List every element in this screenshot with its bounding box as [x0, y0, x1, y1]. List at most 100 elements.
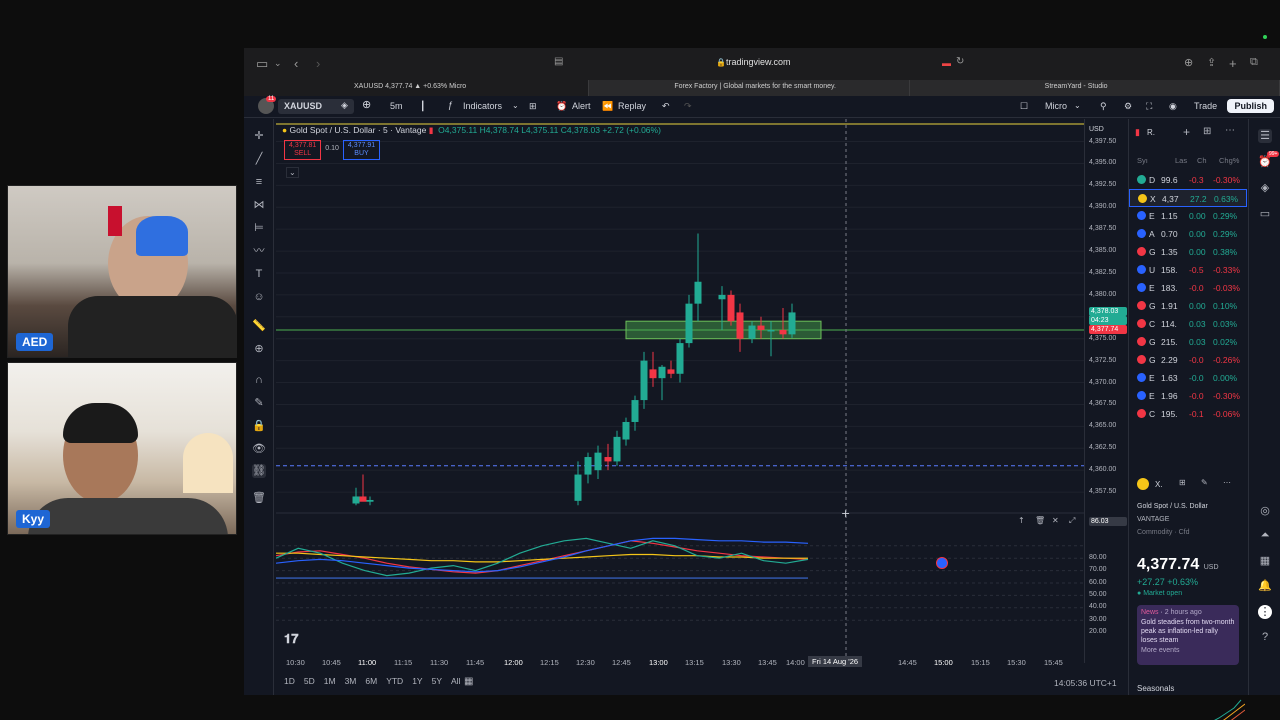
reader-icon[interactable]: ▤ [554, 56, 563, 67]
chevron-down-icon[interactable]: ⌄ [1074, 101, 1081, 110]
clock[interactable]: 14:05:36 UTC+1 [1054, 678, 1117, 688]
col-symbol[interactable]: Syı [1137, 156, 1148, 165]
chevron-down-icon[interactable]: ⌄ [274, 58, 282, 69]
watchlist-row[interactable]: X 4,37 27.2 0.63% [1129, 189, 1247, 207]
tabs-overview-icon[interactable]: ⧉ [1250, 56, 1258, 69]
projection-icon[interactable]: ⊨ [252, 221, 266, 235]
ruler-icon[interactable]: 📏 [252, 319, 266, 333]
redo-icon[interactable]: ↷ [684, 101, 692, 112]
col-chgp[interactable]: Chg% [1219, 156, 1239, 165]
layers-icon[interactable]: ◈ [1258, 181, 1272, 195]
trend-line-icon[interactable]: ╱ [252, 152, 266, 166]
chevron-down-icon[interactable]: ⌄ [512, 101, 519, 110]
tab-tradingview[interactable]: XAUUSD 4,377.74 ▲ +0.63% Micro [244, 80, 590, 96]
more-icon[interactable]: ⋯ [1223, 478, 1231, 487]
event-flag-icon[interactable] [936, 557, 948, 569]
chart-type-icon[interactable]: ┃ [420, 101, 425, 112]
watchlist-row[interactable]: U 158. -0.5 -0.33% [1129, 261, 1247, 279]
lock-icon[interactable]: 🔒 [252, 419, 266, 433]
crosshair-icon[interactable]: ✛ [252, 129, 266, 143]
help-icon[interactable]: ? [1258, 631, 1272, 645]
bell-icon[interactable]: 🔔 [1258, 579, 1272, 593]
advanced-view-icon[interactable]: ⊞ [1203, 126, 1211, 137]
link-icon[interactable]: ⛓ [252, 464, 266, 478]
currency-label[interactable]: USD [1089, 126, 1104, 133]
pulse-icon[interactable]: ⏶ [1258, 529, 1272, 543]
news-more-link[interactable]: More events [1141, 647, 1235, 654]
tab-forexfactory[interactable]: Forex Factory | Global markets for the s… [589, 80, 910, 96]
range-ytd[interactable]: YTD [386, 676, 403, 686]
trade-button[interactable]: Trade [1194, 101, 1217, 111]
interval-button[interactable]: 5m [390, 101, 403, 111]
layout-name[interactable]: Micro [1045, 101, 1067, 111]
watchlist-row[interactable]: G 2.29 -0.0 -0.26% [1129, 351, 1247, 369]
detail-symbol[interactable]: X. [1155, 480, 1163, 489]
undo-icon[interactable]: ↶ [662, 101, 670, 112]
layouts-icon[interactable]: ⊞ [529, 101, 537, 112]
settings-icon[interactable]: ⚙ [1124, 101, 1132, 112]
new-tab-icon[interactable]: + [1229, 56, 1237, 71]
watchlist-row[interactable]: C 114. 0.03 0.03% [1129, 315, 1247, 333]
target-icon[interactable]: ◎ [1258, 504, 1272, 518]
tab-streamyard[interactable]: StreamYard - Studio [910, 80, 1280, 96]
range-1d[interactable]: 1D [284, 676, 295, 686]
range-all[interactable]: All [451, 676, 460, 686]
time-axis[interactable]: 10:30 10:45 11:00 11:15 11:30 11:45 12:00 12:15… [276, 654, 1126, 670]
range-1m[interactable]: 1M [324, 676, 336, 686]
watchlist-icon[interactable]: ☰ [1258, 129, 1272, 143]
watchlist-row[interactable]: E 183. -0.0 -0.03% [1129, 279, 1247, 297]
sell-button[interactable]: 4,377.81 SELL [284, 140, 322, 160]
edit-icon[interactable]: ✎ [1201, 478, 1208, 487]
col-last[interactable]: Las [1175, 156, 1187, 165]
add-symbol-icon[interactable]: + [1183, 125, 1190, 139]
range-6m[interactable]: 6M [365, 676, 377, 686]
chart-pane[interactable]: ↑ 🗑 ✕ ⤢ + ● Gold Spot / U.S. Dollar · 5 · Va… [276, 119, 1084, 663]
forward-icon[interactable]: › [316, 56, 320, 71]
zoom-icon[interactable]: ⊕ [252, 342, 266, 356]
download-icon[interactable]: ⊕ [1184, 56, 1193, 69]
fullscreen-icon[interactable]: ⛶ [1146, 101, 1152, 112]
news-card[interactable]: News · 2 hours ago Gold steadies from tw… [1137, 605, 1239, 665]
emoji-icon[interactable]: ☺ [252, 290, 266, 304]
range-5y[interactable]: 5Y [432, 676, 442, 686]
watchlist-name[interactable]: R. [1147, 128, 1155, 137]
col-chg[interactable]: Ch [1197, 156, 1207, 165]
more-icon[interactable]: ⋯ [1225, 125, 1235, 136]
watchlist-row[interactable]: A 0.70 0.00 0.29% [1129, 225, 1247, 243]
calendar-icon[interactable]: ▦ [464, 676, 473, 687]
reload-icon[interactable]: ↻ [956, 56, 964, 67]
layout-icon[interactable]: ⊞ [1179, 478, 1186, 487]
fib-icon[interactable]: ≡ [252, 175, 266, 189]
seasonals-title[interactable]: Seasonals [1137, 684, 1174, 693]
watchlist-row[interactable]: D 99.6 -0.3 -0.30% [1129, 171, 1247, 189]
magnet-icon[interactable]: ∩ [252, 373, 266, 387]
buy-button[interactable]: 4,377.91 BUY [342, 140, 381, 160]
calendar-icon[interactable]: ▦ [1258, 554, 1272, 568]
range-1y[interactable]: 1Y [412, 676, 422, 686]
eye-icon[interactable]: 👁 [252, 442, 266, 456]
compare-icon[interactable]: ⊕ [362, 98, 371, 111]
search-icon[interactable]: ⚲ [1100, 101, 1107, 112]
alerts-icon[interactable]: ⏰ [1258, 155, 1272, 169]
alert-button[interactable]: Alert [572, 101, 591, 111]
range-5d[interactable]: 5D [304, 676, 315, 686]
watch-icon[interactable]: ◈ [341, 100, 348, 111]
trash-icon[interactable]: 🗑 [252, 491, 266, 505]
text-icon[interactable]: T [252, 267, 266, 281]
replay-button[interactable]: Replay [618, 101, 646, 111]
price-chart[interactable]: ↑ 🗑 ✕ ⤢ + [276, 119, 1084, 663]
watchlist-row[interactable]: E 1.63 -0.0 0.00% [1129, 369, 1247, 387]
watchlist-row[interactable]: G 1.91 0.00 0.10% [1129, 297, 1247, 315]
brush-icon[interactable]: 〰 [252, 244, 266, 258]
watchlist-row[interactable]: E 1.96 -0.0 -0.30% [1129, 387, 1247, 405]
share-icon[interactable]: ⇪ [1207, 56, 1216, 69]
publish-button[interactable]: Publish [1227, 99, 1274, 113]
watchlist-row[interactable]: G 215. 0.03 0.02% [1129, 333, 1247, 351]
snapshot-icon[interactable]: ◉ [1169, 101, 1177, 112]
layout-square-icon[interactable]: ☐ [1020, 101, 1028, 112]
watchlist-row[interactable]: E 1.15 0.00 0.29% [1129, 207, 1247, 225]
extension-icon[interactable]: ▬ [942, 58, 951, 68]
back-icon[interactable]: ‹ [294, 56, 298, 71]
range-3m[interactable]: 3M [345, 676, 357, 686]
price-axis[interactable]: USD 4,397.50 4,395.00 4,392.50 4,390.00 4,38… [1084, 119, 1127, 663]
